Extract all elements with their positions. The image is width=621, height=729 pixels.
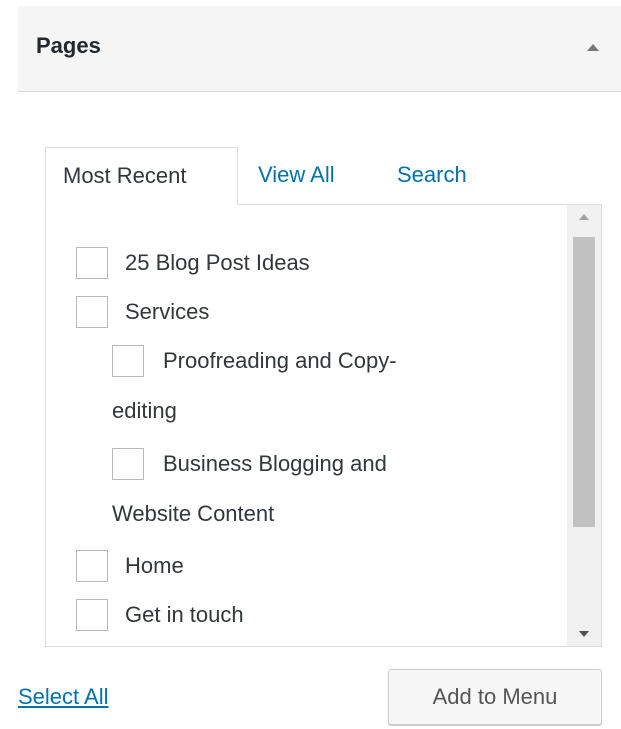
pages-panel-header[interactable]: Pages xyxy=(18,6,621,92)
checkbox-get-in-touch[interactable] xyxy=(76,599,108,631)
list-item-label-continued: Website Content xyxy=(112,501,275,526)
select-all-link[interactable]: Select All xyxy=(18,682,109,712)
add-to-menu-button[interactable]: Add to Menu xyxy=(388,669,602,725)
panel-title: Pages xyxy=(36,33,101,58)
checkbox-business-blogging-and-website-content[interactable] xyxy=(112,448,144,480)
tab-view-all[interactable]: View All xyxy=(258,147,335,205)
list-item-label: 25 Blog Post Ideas xyxy=(125,250,310,275)
checkbox-25-blog-post-ideas[interactable] xyxy=(76,247,108,279)
scroll-down-arrow-icon[interactable] xyxy=(567,622,601,646)
pages-checklist[interactable]: 25 Blog Post Ideas Services Proofreading… xyxy=(45,204,602,647)
list-item-label: Business Blogging and xyxy=(163,451,387,476)
list-scrollbar[interactable] xyxy=(567,205,601,646)
list-item-label: Services xyxy=(125,299,210,324)
list-item-label: Home xyxy=(125,553,184,578)
checkbox-services[interactable] xyxy=(76,296,108,328)
tab-search[interactable]: Search xyxy=(397,147,467,205)
checkbox-proofreading-and-copy-editing[interactable] xyxy=(112,345,144,377)
scroll-up-arrow-icon[interactable] xyxy=(567,205,601,229)
checkbox-home[interactable] xyxy=(76,550,108,582)
scrollbar-thumb[interactable] xyxy=(573,237,595,527)
list-item-label: Proofreading and Copy- xyxy=(163,348,397,373)
tab-most-recent[interactable]: Most Recent xyxy=(45,147,238,205)
collapse-toggle-icon[interactable] xyxy=(583,37,603,57)
list-item-label-continued: editing xyxy=(112,398,177,423)
list-item-label: Get in touch xyxy=(125,602,244,627)
